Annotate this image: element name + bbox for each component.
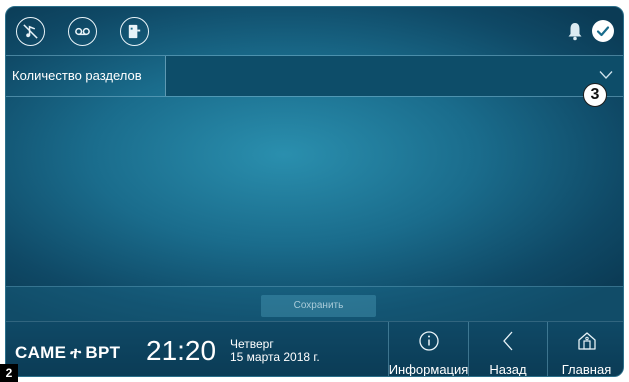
info-button[interactable]: Информация [388, 322, 469, 377]
screen-frame: Количество разделов Сохранить CAME ተ BPT 2… [5, 6, 624, 377]
door-open-icon[interactable] [120, 17, 149, 46]
do-not-disturb-icon[interactable] [16, 17, 45, 46]
callout-marker: 3 [583, 83, 607, 107]
bottom-bar: CAME ተ BPT 21:20 Четверг 15 марта 2018 г. … [6, 321, 623, 377]
brand-separator-icon: ተ [70, 345, 82, 362]
back-button[interactable]: Назад [468, 322, 547, 377]
save-strip: Сохранить [6, 286, 623, 321]
home-icon [577, 332, 596, 350]
check-icon[interactable] [592, 20, 614, 42]
brand-bpt: BPT [85, 343, 121, 362]
back-label: Назад [489, 362, 527, 377]
date-block: Четверг 15 марта 2018 г. [230, 338, 320, 364]
date: 15 марта 2018 г. [230, 350, 320, 364]
info-icon [418, 331, 439, 351]
clock: 21:20 [146, 335, 217, 366]
home-button[interactable]: Главная [547, 322, 623, 377]
chevron-down-icon[interactable] [599, 70, 613, 80]
sections-count-row: Количество разделов [6, 55, 623, 97]
sections-count-label: Количество разделов [12, 68, 142, 83]
answering-machine-icon[interactable] [68, 17, 97, 46]
page-number-badge: 2 [0, 364, 18, 382]
top-bar [6, 7, 623, 55]
chevron-left-icon [503, 331, 513, 351]
save-button[interactable]: Сохранить [261, 295, 376, 317]
info-label: Информация [388, 362, 469, 377]
brand-came: CAME [15, 343, 67, 362]
bell-icon[interactable] [567, 21, 583, 41]
sections-count-select[interactable] [165, 56, 623, 96]
brand-logo: CAME ተ BPT [15, 343, 120, 363]
home-label: Главная [561, 362, 612, 377]
